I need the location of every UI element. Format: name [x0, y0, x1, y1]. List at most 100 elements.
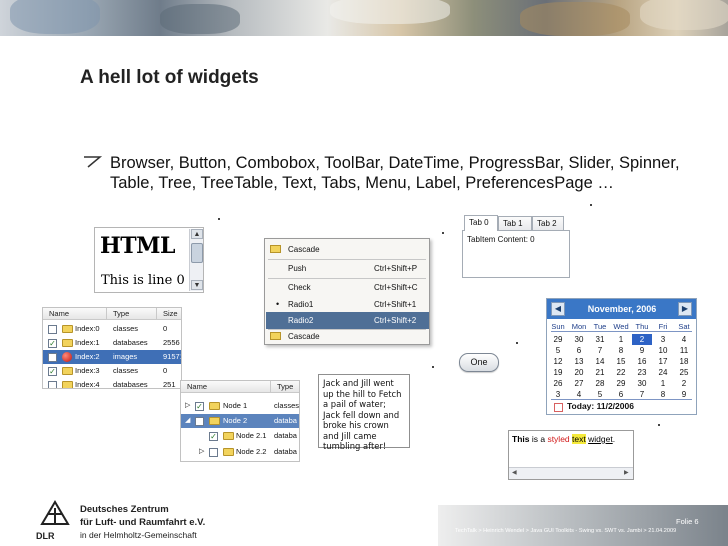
- checkbox[interactable]: [48, 381, 57, 388]
- calendar-day[interactable]: 21: [590, 367, 610, 378]
- calendar-day[interactable]: 1: [653, 378, 673, 389]
- calendar-day[interactable]: 29: [611, 378, 631, 389]
- cell-type: classes: [113, 324, 139, 333]
- scroll-left-arrow-icon[interactable]: ◀: [512, 469, 517, 476]
- calendar-day[interactable]: 17: [653, 356, 673, 367]
- calendar-day[interactable]: 5: [548, 345, 568, 356]
- tab-folder[interactable]: Tab 0 Tab 1 Tab 2 TabItem Content: 0: [462, 215, 570, 278]
- table-row[interactable]: ✓ Index:3 classes 0: [43, 364, 181, 378]
- column-header-type[interactable]: Type: [107, 308, 157, 320]
- menu-item-radio1[interactable]: • Radio1 Ctrl+Shift+1: [266, 296, 429, 313]
- checkbox[interactable]: [48, 325, 57, 334]
- expand-arrow-icon[interactable]: ▷: [185, 399, 190, 413]
- slide-number: Folie 6: [676, 517, 699, 526]
- checkbox[interactable]: [209, 448, 218, 457]
- tab-2[interactable]: Tab 2: [532, 216, 564, 230]
- tree-row[interactable]: ▷ Node 2.2 databa: [181, 445, 299, 459]
- cascade-menu[interactable]: Cascade Push Ctrl+Shift+P Check Ctrl+Shi…: [264, 238, 430, 345]
- calendar-day[interactable]: 13: [569, 356, 589, 367]
- tree-table-widget[interactable]: Name Type ▷ ✓ Node 1 classes ◢ Node 2 da…: [180, 380, 300, 462]
- calendar-day[interactable]: 8: [611, 345, 631, 356]
- styled-text-underline: widget: [588, 434, 613, 444]
- previous-month-icon[interactable]: ◀: [551, 302, 565, 316]
- calendar-day[interactable]: 30: [632, 378, 652, 389]
- tab-1[interactable]: Tab 1: [498, 216, 532, 230]
- styled-text-widget[interactable]: This is a styled text widget. ◀ ▶: [508, 430, 634, 480]
- tree-row[interactable]: ▷ ✓ Node 1 classes: [181, 399, 299, 413]
- calendar-day[interactable]: 19: [548, 367, 568, 378]
- next-month-icon[interactable]: ▶: [678, 302, 692, 316]
- calendar-day[interactable]: 29: [548, 334, 568, 345]
- checkbox[interactable]: [195, 417, 204, 426]
- calendar-day[interactable]: 27: [569, 378, 589, 389]
- calendar-day[interactable]: 16: [632, 356, 652, 367]
- scroll-thumb[interactable]: [191, 243, 203, 263]
- tab-0[interactable]: Tab 0: [464, 215, 498, 231]
- calendar-day[interactable]: 14: [590, 356, 610, 367]
- calendar-day[interactable]: 26: [548, 378, 568, 389]
- calendar-day[interactable]: 24: [653, 367, 673, 378]
- scroll-right-arrow-icon[interactable]: ▶: [624, 469, 629, 476]
- menu-header-cascade[interactable]: Cascade: [266, 241, 429, 258]
- day-name: Tue: [593, 322, 607, 331]
- calendar-day[interactable]: 11: [674, 345, 694, 356]
- bullet-text: Browser, Button, Combobox, ToolBar, Date…: [110, 154, 680, 192]
- horizontal-scrollbar[interactable]: ◀ ▶: [509, 467, 633, 479]
- html-heading: HTML: [100, 233, 175, 259]
- calendar-day[interactable]: 22: [611, 367, 631, 378]
- calendar-today-label[interactable]: Today: 11/2/2006: [567, 401, 634, 411]
- calendar-day[interactable]: 25: [674, 367, 694, 378]
- column-header-name[interactable]: Name: [181, 381, 271, 393]
- table-row[interactable]: Index:0 classes 0: [43, 322, 181, 336]
- calendar-day[interactable]: 3: [653, 334, 673, 345]
- expand-arrow-icon[interactable]: ▷: [199, 445, 204, 459]
- calendar-day[interactable]: 20: [569, 367, 589, 378]
- calendar-day[interactable]: 31: [590, 334, 610, 345]
- day-name: Sat: [678, 322, 690, 331]
- column-header-name[interactable]: Name: [43, 308, 107, 320]
- checkbox-checked[interactable]: ✓: [48, 339, 57, 348]
- calendar-day[interactable]: 4: [674, 334, 694, 345]
- calendar-day[interactable]: 28: [590, 378, 610, 389]
- checkbox-checked[interactable]: ✓: [48, 367, 57, 376]
- column-header-type[interactable]: Type: [271, 381, 299, 393]
- checkbox[interactable]: [48, 353, 57, 362]
- scroll-up-arrow-icon[interactable]: ▲: [191, 229, 203, 239]
- table-row[interactable]: Index:4 databases 251: [43, 378, 181, 388]
- menu-item-cascade[interactable]: Cascade: [266, 328, 429, 345]
- tree-row-selected[interactable]: ◢ Node 2 databa: [181, 414, 299, 428]
- html-browser-widget[interactable]: HTML This is line 0 ▲ ▼: [94, 227, 204, 293]
- vertical-scrollbar[interactable]: ▲ ▼: [189, 229, 203, 291]
- menu-item-check[interactable]: Check Ctrl+Shift+C: [266, 279, 429, 296]
- table-row[interactable]: ✓ Index:1 databases 2556: [43, 336, 181, 350]
- bullet-arrow-icon: [84, 156, 103, 168]
- multiline-text-field[interactable]: Jack and Jill went up the hill to Fetch …: [318, 374, 410, 451]
- calendar-day[interactable]: 7: [590, 345, 610, 356]
- calendar-day[interactable]: 2: [674, 378, 694, 389]
- table-row-selected[interactable]: Index:2 images 91571: [43, 350, 181, 364]
- calendar-day[interactable]: 9: [632, 345, 652, 356]
- checkbox-checked[interactable]: ✓: [209, 432, 218, 441]
- calendar-day[interactable]: 2: [632, 334, 652, 345]
- one-button[interactable]: One: [459, 353, 499, 372]
- column-header-size[interactable]: Size: [157, 308, 181, 320]
- calendar-day[interactable]: 10: [653, 345, 673, 356]
- scroll-down-arrow-icon[interactable]: ▼: [191, 280, 203, 290]
- checkbox-checked[interactable]: ✓: [195, 402, 204, 411]
- calendar-day[interactable]: 12: [548, 356, 568, 367]
- error-icon: [62, 352, 72, 362]
- calendar-day[interactable]: 1: [611, 334, 631, 345]
- calendar-day[interactable]: 30: [569, 334, 589, 345]
- datetime-calendar[interactable]: ◀ November, 2006 ▶ Sun Mon Tue Wed Thu F…: [546, 298, 697, 415]
- tree-row[interactable]: ✓ Node 2.1 databa: [181, 429, 299, 443]
- menu-item-push[interactable]: Push Ctrl+Shift+P: [266, 260, 429, 277]
- menu-item-radio2[interactable]: Radio2 Ctrl+Shift+2: [266, 312, 429, 329]
- calendar-day[interactable]: 15: [611, 356, 631, 367]
- calendar-day[interactable]: 18: [674, 356, 694, 367]
- table-widget[interactable]: Name Type Size Index:0 classes 0 ✓ Index…: [42, 307, 182, 389]
- calendar-day[interactable]: 23: [632, 367, 652, 378]
- header-banner-image: [0, 0, 728, 36]
- calendar-day[interactable]: 6: [569, 345, 589, 356]
- collapse-arrow-icon[interactable]: ◢: [185, 414, 190, 428]
- cell-name: Node 2.2: [236, 447, 267, 456]
